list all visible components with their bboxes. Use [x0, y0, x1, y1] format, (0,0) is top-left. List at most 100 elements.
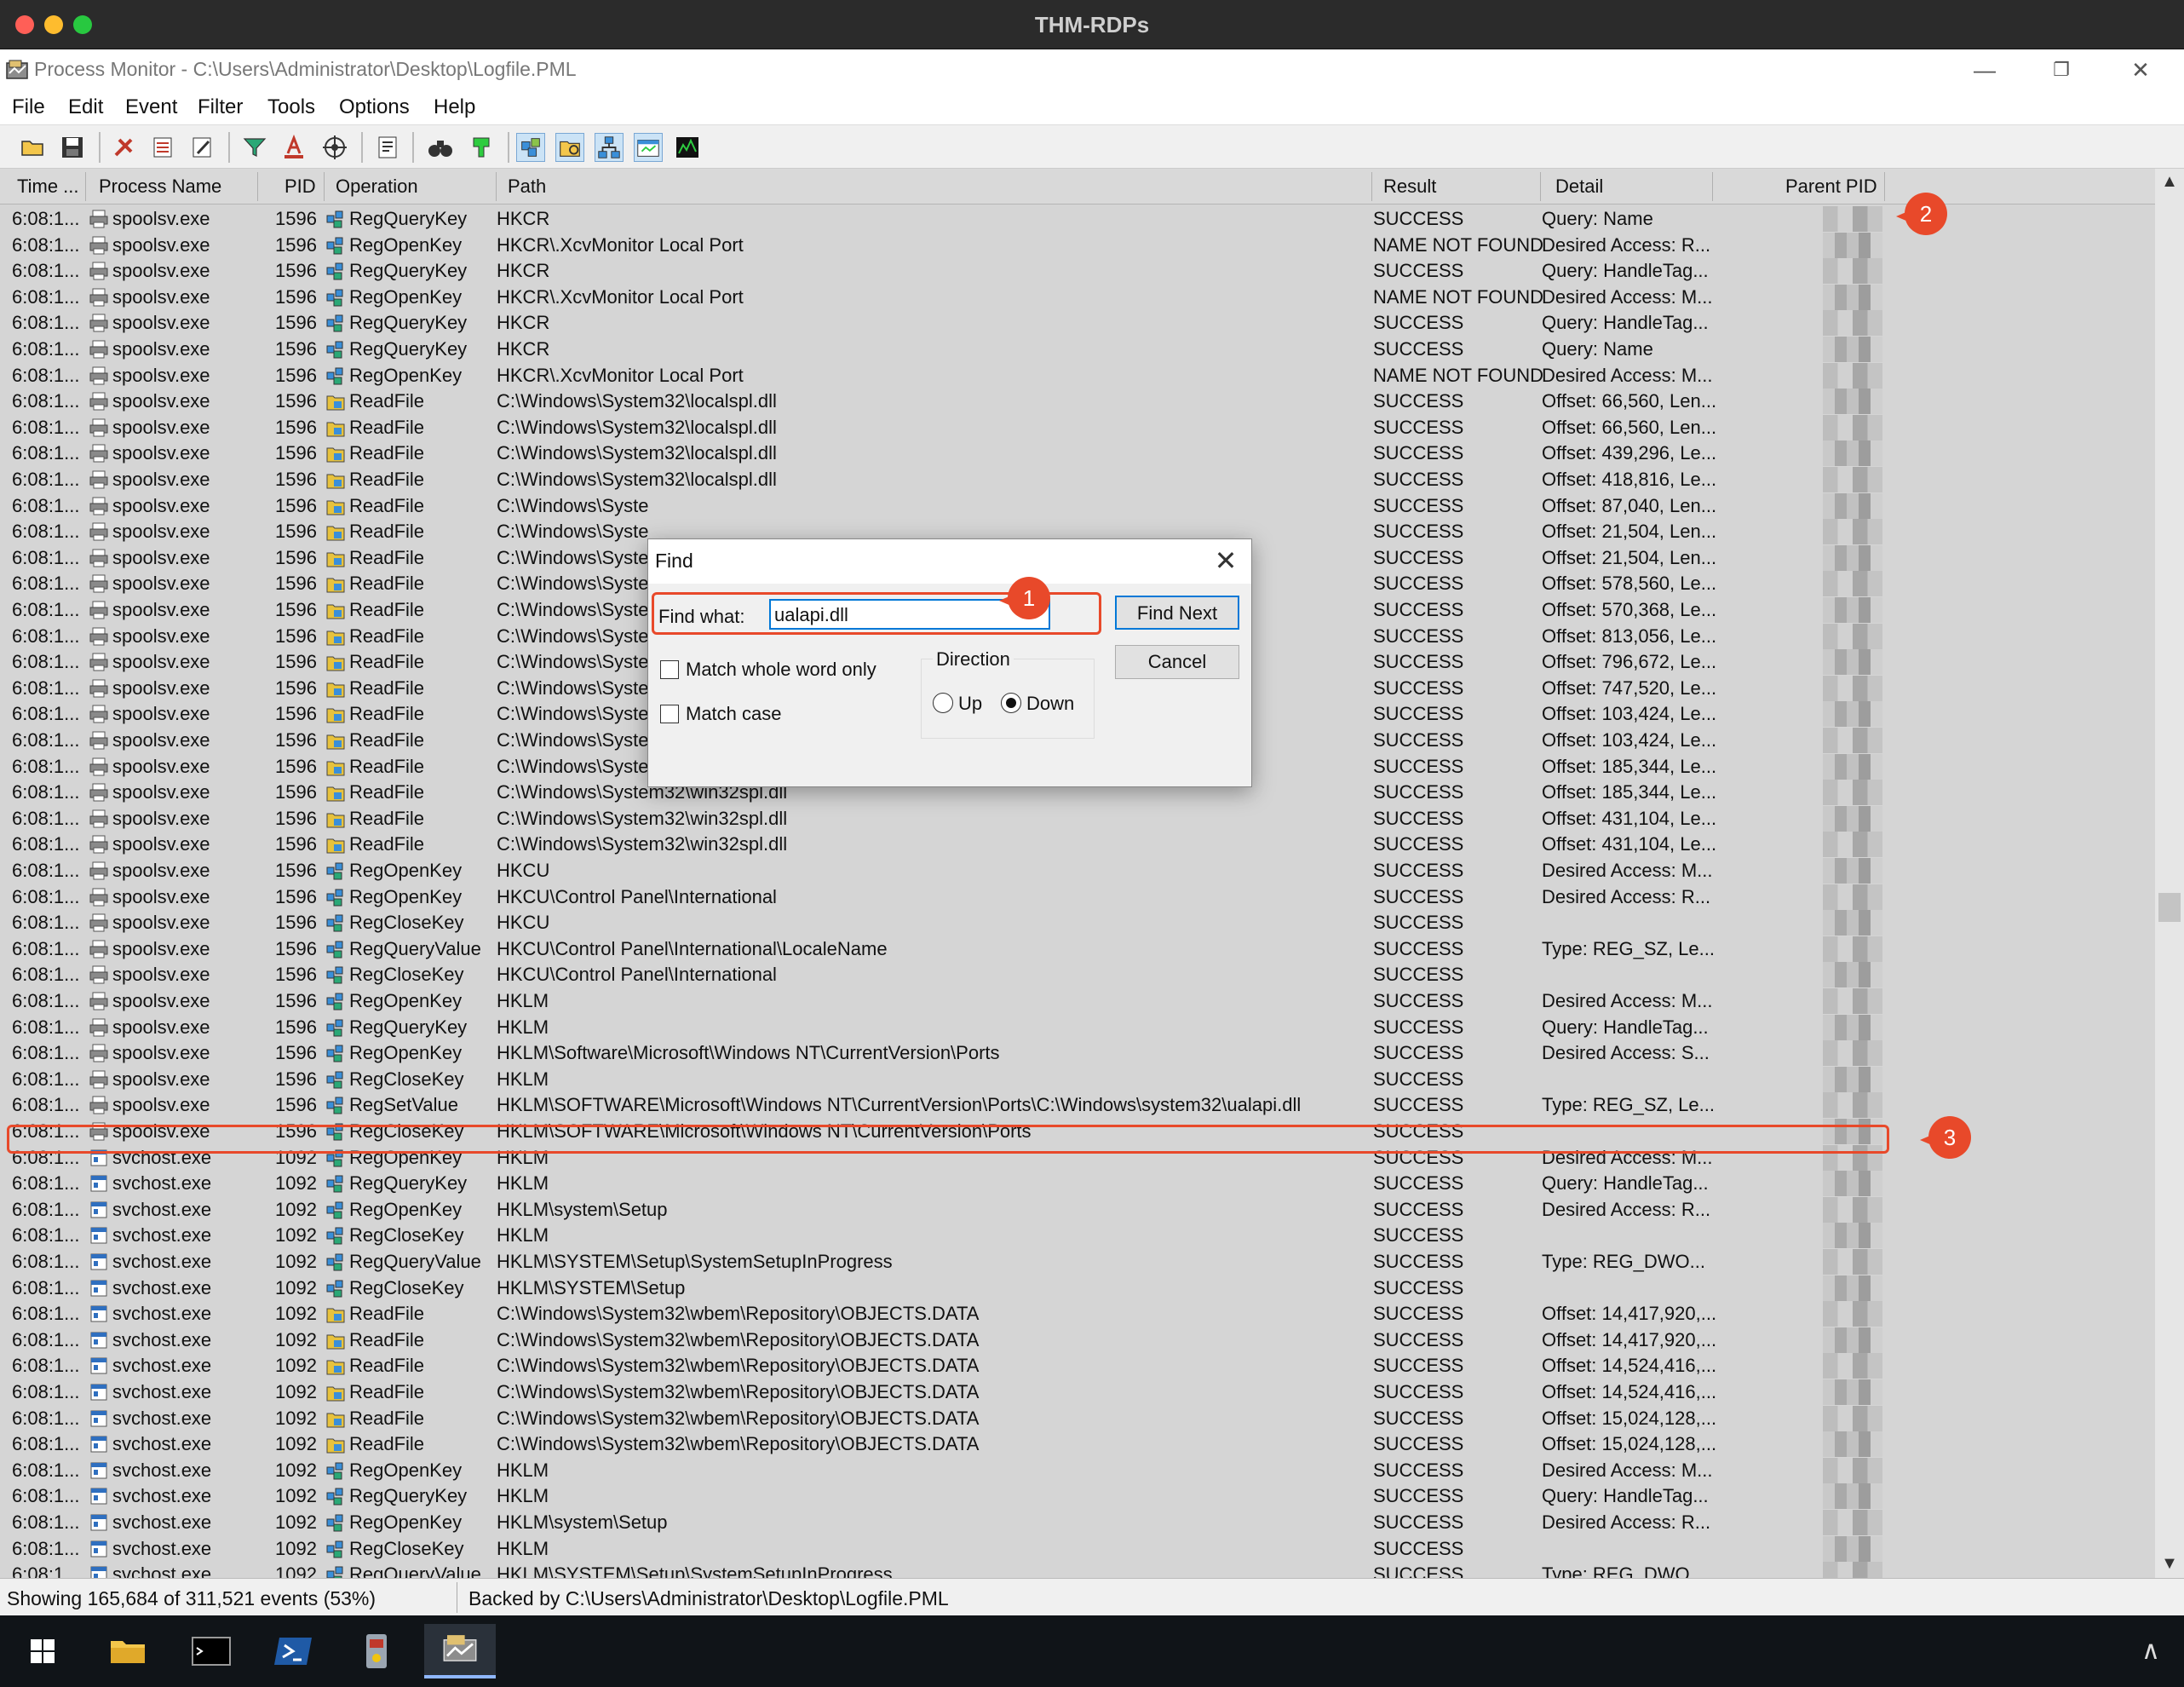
header-path[interactable]: Path	[508, 176, 546, 198]
menu-file[interactable]: File	[12, 95, 45, 119]
table-row[interactable]: 6:08:1... spoolsv.exe 1596 RegOpenKey HKLM SU…	[0, 988, 2155, 1014]
header-separator[interactable]	[257, 172, 258, 201]
table-row[interactable]: 6:08:1... spoolsv.exe 1596 ReadFile C:\Windo…	[0, 414, 2155, 440]
table-row[interactable]: 6:08:1... svchost.exe 1092 ReadFile C:\Windo…	[0, 1379, 2155, 1405]
table-row[interactable]: 6:08:1... svchost.exe 1092 RegOpenKey HKLM\s…	[0, 1510, 2155, 1535]
scroll-down-icon[interactable]: ▼	[2155, 1554, 2184, 1574]
clear-icon[interactable]	[187, 133, 216, 162]
save-icon[interactable]	[58, 133, 87, 162]
table-row[interactable]: 6:08:1... spoolsv.exe 1596 ReadFile C:\Windo…	[0, 389, 2155, 415]
table-row[interactable]: 6:08:1... spoolsv.exe 1596 RegQueryKey HKCR S…	[0, 258, 2155, 285]
show-profiling-icon[interactable]	[673, 133, 702, 162]
menu-help[interactable]: Help	[434, 95, 475, 119]
find-binoculars-icon[interactable]	[426, 133, 455, 162]
table-row[interactable]: 6:08:1... spoolsv.exe 1596 RegOpenKey HKCU\C…	[0, 884, 2155, 910]
table-row[interactable]: 6:08:1... svchost.exe 1092 ReadFile C:\Windo…	[0, 1431, 2155, 1458]
close-icon[interactable]: ✕	[2111, 53, 2170, 87]
autoscroll-icon[interactable]	[148, 133, 177, 162]
table-row[interactable]: 6:08:1... svchost.exe 1092 RegOpenKey HKLM SU…	[0, 1457, 2155, 1483]
header-separator[interactable]	[1540, 172, 1541, 201]
show-registry-icon[interactable]	[516, 133, 545, 162]
table-row[interactable]: 6:08:1... spoolsv.exe 1596 ReadFile C:\Windo…	[0, 492, 2155, 519]
header-separator[interactable]	[324, 172, 325, 201]
file-explorer-icon[interactable]	[92, 1624, 164, 1678]
process-monitor-task-icon[interactable]	[424, 1624, 496, 1678]
table-row[interactable]: 6:08:1... svchost.exe 1092 ReadFile C:\Windo…	[0, 1301, 2155, 1327]
match-case-checkbox[interactable]	[660, 705, 679, 723]
show-network-icon[interactable]	[595, 133, 624, 162]
table-row[interactable]: 6:08:1... spoolsv.exe 1596 RegQueryKey HKCR S…	[0, 206, 2155, 232]
restore-icon[interactable]: ❐	[2032, 53, 2091, 87]
header-result[interactable]: Result	[1383, 176, 1436, 198]
match-case-label[interactable]: Match case	[686, 703, 782, 725]
match-whole-word-label[interactable]: Match whole word only	[686, 659, 876, 681]
minimize-icon[interactable]: —	[1955, 53, 2014, 87]
header-operation[interactable]: Operation	[336, 176, 418, 198]
table-row[interactable]: 6:08:1... spoolsv.exe 1596 RegOpenKey HKCR\.…	[0, 284, 2155, 310]
direction-up-label[interactable]: Up	[958, 693, 982, 715]
menu-options[interactable]: Options	[339, 95, 410, 119]
match-whole-word-checkbox[interactable]	[660, 660, 679, 679]
table-row[interactable]: 6:08:1... spoolsv.exe 1596 RegQueryKey HKLM S…	[0, 1014, 2155, 1040]
table-row[interactable]: 6:08:1... svchost.exe 1092 RegCloseKey HKLM S…	[0, 1535, 2155, 1562]
vertical-scrollbar[interactable]: ▲ ▼	[2155, 169, 2184, 1578]
dialog-close-icon[interactable]: ✕	[1209, 544, 1243, 577]
table-row[interactable]: 6:08:1... spoolsv.exe 1596 RegOpenKey HKCR\.…	[0, 362, 2155, 389]
table-row[interactable]: 6:08:1... svchost.exe 1092 RegCloseKey HKLM S…	[0, 1223, 2155, 1249]
cancel-button[interactable]: Cancel	[1115, 645, 1239, 679]
table-row[interactable]: 6:08:1... svchost.exe 1092 ReadFile C:\Windo…	[0, 1327, 2155, 1353]
capture-icon[interactable]	[109, 133, 138, 162]
table-row[interactable]: 6:08:1... spoolsv.exe 1596 ReadFile C:\Windo…	[0, 805, 2155, 832]
header-detail[interactable]: Detail	[1555, 176, 1603, 198]
table-row[interactable]: 6:08:1... svchost.exe 1092 RegQueryKey HKLM S…	[0, 1483, 2155, 1510]
table-row-highlighted[interactable]: 6:08:1... spoolsv.exe 1596 RegSetValue HKLM\…	[0, 1092, 2155, 1119]
direction-up-radio[interactable]	[933, 693, 953, 713]
header-separator[interactable]	[496, 172, 497, 201]
table-row[interactable]: 6:08:1... spoolsv.exe 1596 RegCloseKey HKCU\…	[0, 962, 2155, 988]
direction-down-radio[interactable]	[1001, 693, 1021, 713]
find-next-button[interactable]: Find Next	[1115, 596, 1239, 630]
table-row[interactable]: 6:08:1... svchost.exe 1092 RegOpenKey HKLM\s…	[0, 1196, 2155, 1223]
filter-icon[interactable]	[240, 133, 269, 162]
table-row[interactable]: 6:08:1... spoolsv.exe 1596 RegCloseKey HKCU S…	[0, 910, 2155, 936]
table-row[interactable]: 6:08:1... svchost.exe 1092 RegQueryValue HKL…	[0, 1562, 2155, 1578]
windows-start-icon[interactable]	[7, 1624, 78, 1678]
header-parent-pid[interactable]: Parent PID	[1785, 176, 1877, 198]
process-tree-icon[interactable]	[373, 133, 402, 162]
target-icon[interactable]	[320, 133, 349, 162]
table-row[interactable]: 6:08:1... spoolsv.exe 1596 RegQueryValue HKC…	[0, 936, 2155, 962]
show-filesystem-icon[interactable]	[555, 133, 584, 162]
table-row[interactable]: 6:08:1... svchost.exe 1092 ReadFile C:\Windo…	[0, 1353, 2155, 1379]
direction-down-label[interactable]: Down	[1026, 693, 1074, 715]
menu-event[interactable]: Event	[125, 95, 177, 119]
scroll-up-icon[interactable]: ▲	[2155, 172, 2184, 192]
tray-chevron-up-icon[interactable]: ∧	[2141, 1636, 2160, 1666]
table-row[interactable]: 6:08:1... spoolsv.exe 1596 RegOpenKey HKLM\S…	[0, 1040, 2155, 1067]
table-row[interactable]: 6:08:1... spoolsv.exe 1596 RegCloseKey HKLM S…	[0, 1066, 2155, 1092]
table-row[interactable]: 6:08:1... spoolsv.exe 1596 ReadFile C:\Windo…	[0, 832, 2155, 858]
highlight-icon[interactable]	[279, 133, 308, 162]
table-row[interactable]: 6:08:1... spoolsv.exe 1596 ReadFile C:\Windo…	[0, 467, 2155, 492]
show-process-icon[interactable]	[634, 133, 663, 162]
table-row[interactable]: 6:08:1... svchost.exe 1092 RegQueryValue HKL…	[0, 1249, 2155, 1275]
menu-tools[interactable]: Tools	[267, 95, 315, 119]
powershell-icon[interactable]	[257, 1624, 329, 1678]
table-row[interactable]: 6:08:1... spoolsv.exe 1596 RegOpenKey HKCR\.…	[0, 232, 2155, 258]
task-app-icon[interactable]	[341, 1624, 412, 1678]
header-process-name[interactable]: Process Name	[99, 176, 221, 198]
header-separator[interactable]	[85, 172, 86, 201]
menu-filter[interactable]: Filter	[198, 95, 243, 119]
table-row[interactable]: 6:08:1... svchost.exe 1092 RegCloseKey HKLM\…	[0, 1275, 2155, 1301]
header-pid[interactable]: PID	[284, 176, 316, 198]
menu-edit[interactable]: Edit	[68, 95, 103, 119]
table-row[interactable]: 6:08:1... spoolsv.exe 1596 RegOpenKey HKCU SU…	[0, 858, 2155, 884]
command-prompt-icon[interactable]	[175, 1624, 247, 1678]
table-row[interactable]: 6:08:1... spoolsv.exe 1596 RegQueryKey HKCR S…	[0, 337, 2155, 362]
table-row[interactable]: 6:08:1... spoolsv.exe 1596 RegQueryKey HKCR S…	[0, 310, 2155, 337]
jump-to-icon[interactable]	[467, 133, 496, 162]
header-separator[interactable]	[1712, 172, 1713, 201]
table-row[interactable]: 6:08:1... svchost.exe 1092 ReadFile C:\Windo…	[0, 1405, 2155, 1431]
header-separator[interactable]	[1884, 172, 1885, 201]
header-time[interactable]: Time ...	[17, 176, 79, 198]
header-separator[interactable]	[1371, 172, 1372, 201]
